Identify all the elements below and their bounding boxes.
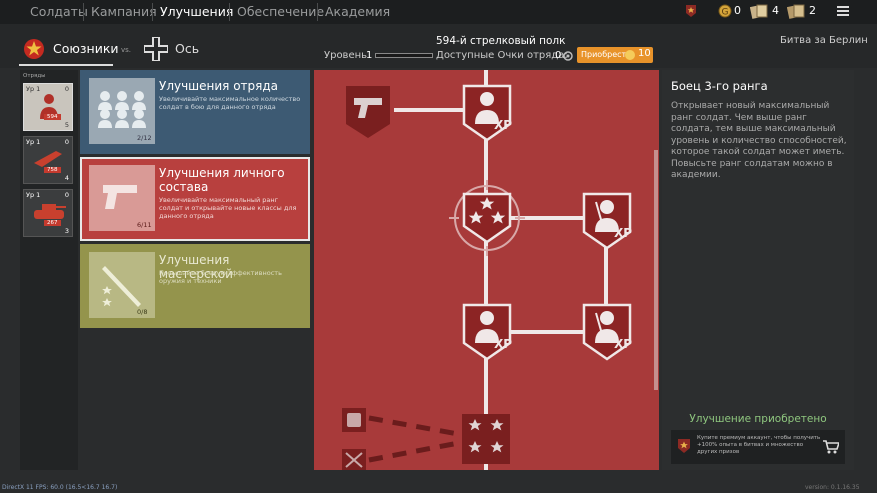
axis-cross-icon <box>144 37 168 61</box>
rank-node[interactable]: XP <box>582 192 632 250</box>
locked-node[interactable] <box>340 448 368 470</box>
squad-points-icon <box>563 51 573 61</box>
rank-icon[interactable] <box>685 4 697 18</box>
xp-label: XP <box>494 337 512 351</box>
version-label: version: 0.1.16.35 <box>805 484 860 491</box>
cart-icon[interactable] <box>823 440 839 454</box>
squad-card[interactable]: Ур 1 0 594 5 <box>23 83 73 131</box>
soldier-xp-icon: XP <box>582 303 632 361</box>
soldier-xp-icon: XP <box>462 84 512 142</box>
xp-label: XP <box>494 118 512 132</box>
details-title: Боец 3-го ранга <box>671 79 768 93</box>
orders-icon <box>787 4 805 19</box>
nav-divider <box>229 3 230 21</box>
xp-label: XP <box>614 337 632 351</box>
tab-supply[interactable]: Обеспечение <box>237 4 324 19</box>
rank-node[interactable] <box>460 412 512 470</box>
squad-points: 0 <box>64 85 69 93</box>
workshop-upgrades-card[interactable]: Улучшения мастерской Повышайте боевую эф… <box>80 244 310 328</box>
soldier-xp-icon: XP <box>462 303 512 361</box>
allies-emblem-icon <box>24 39 44 59</box>
squad-card[interactable]: Ур 1 0 758 4 <box>23 136 73 184</box>
squad-count: 4 <box>64 174 69 182</box>
soldier-xp-icon: XP <box>582 192 632 250</box>
squad-points: 0 <box>64 191 69 199</box>
rank-node[interactable]: XP <box>582 303 632 361</box>
allies-label[interactable]: Союзники <box>53 41 119 56</box>
orders-count: 2 <box>809 4 816 17</box>
level-label: Уровень <box>324 50 368 61</box>
premium-rank-icon <box>678 439 690 453</box>
buy-price: 10 <box>638 48 651 59</box>
tab-soldiers[interactable]: Солдаты <box>30 4 88 19</box>
tab-academy[interactable]: Академия <box>325 4 390 19</box>
squad-upgrades-card[interactable]: Улучшения отряда Увеличивайте максимальн… <box>80 70 310 154</box>
gold-count: 0 <box>734 4 741 17</box>
buy-points-button[interactable]: Приобрести 10 <box>577 47 653 63</box>
pistol-icon <box>346 86 390 138</box>
svg-text:G: G <box>722 8 729 18</box>
axis-label[interactable]: Ось <box>175 41 199 56</box>
crossed-tools-icon <box>342 449 366 470</box>
gold-icon <box>625 50 635 60</box>
squad-points: 0 <box>64 138 69 146</box>
cards-icon <box>750 4 768 19</box>
card-description: Повышайте боевую эффективность оружия и … <box>159 269 282 285</box>
card-progress: 6/11 <box>137 221 152 229</box>
upgrade-tree: XP XP XP XP <box>314 70 659 470</box>
card-title: Улучшения личного состава <box>159 166 285 194</box>
cards-count: 4 <box>772 4 779 17</box>
personnel-upgrades-card[interactable]: Улучшения личного состава Увеличивайте м… <box>80 157 310 241</box>
squad-badge: 758 <box>44 167 61 173</box>
level-value: 1 <box>366 50 373 61</box>
details-panel: Боец 3-го ранга Открывает новый максимал… <box>662 70 854 470</box>
squad-count: 5 <box>64 121 69 129</box>
points-label: Доступные Очки отряда: <box>436 50 568 61</box>
backpack-node[interactable] <box>340 407 368 433</box>
level-progress-bar <box>375 53 433 58</box>
rank-stars-icon <box>449 180 525 256</box>
premium-text: Купите премиум аккаунт, чтобы получить +… <box>697 435 821 455</box>
nav-divider <box>152 3 153 21</box>
points-value: 0 <box>555 50 562 61</box>
vs-label: vs. <box>121 46 132 54</box>
footer: DirectX 11 FPS: 60.0 (16.5<16.7 16.7) ve… <box>0 484 877 493</box>
squads-header: Отряды <box>23 73 46 79</box>
top-nav-bar: Солдаты Кампания Улучшения Обеспечение А… <box>0 0 877 24</box>
regiment-name: 594-й стрелковый полк <box>436 35 566 47</box>
squad-badge: 594 <box>44 114 61 120</box>
card-progress: 2/12 <box>137 134 152 142</box>
pistol-unlock-node[interactable] <box>344 84 392 140</box>
xp-label: XP <box>614 226 632 240</box>
tab-upgrades[interactable]: Улучшения <box>160 4 233 19</box>
details-description: Открывает новый максимальный ранг солдат… <box>671 101 847 180</box>
gold-coin-icon: G <box>718 4 732 18</box>
squad-level: Ур 1 <box>26 138 41 146</box>
premium-offer[interactable]: Купите премиум аккаунт, чтобы получить +… <box>671 430 845 464</box>
fps-counter: DirectX 11 FPS: 60.0 (16.5<16.7 16.7) <box>2 484 118 491</box>
card-progress: 0/8 <box>137 308 148 316</box>
backpack-icon <box>342 408 366 432</box>
active-side-underline <box>19 64 113 66</box>
squad-count: 3 <box>64 227 69 235</box>
menu-icon[interactable] <box>837 6 849 16</box>
squad-level: Ур 1 <box>26 191 41 199</box>
nav-divider <box>317 3 318 21</box>
rank-node[interactable]: XP <box>462 303 512 361</box>
card-description: Увеличивайте максимальное количество сол… <box>159 95 301 111</box>
card-description: Увеличивайте максимальный ранг солдат и … <box>159 196 297 220</box>
squad-level: Ур 1 <box>26 85 41 93</box>
squad-card[interactable]: Ур 1 0 267 3 <box>23 189 73 237</box>
nav-divider <box>83 3 84 21</box>
tab-campaign[interactable]: Кампания <box>91 4 157 19</box>
squad-badge: 267 <box>44 220 61 226</box>
rank-node[interactable]: XP <box>462 84 512 142</box>
selected-rank-node[interactable] <box>449 180 525 256</box>
card-title: Улучшения отряда <box>159 79 279 93</box>
campaign-name: Битва за Берлин <box>780 35 868 46</box>
upgrade-status: Улучшение приобретено <box>689 413 827 425</box>
rank-stars-icon <box>462 414 510 464</box>
